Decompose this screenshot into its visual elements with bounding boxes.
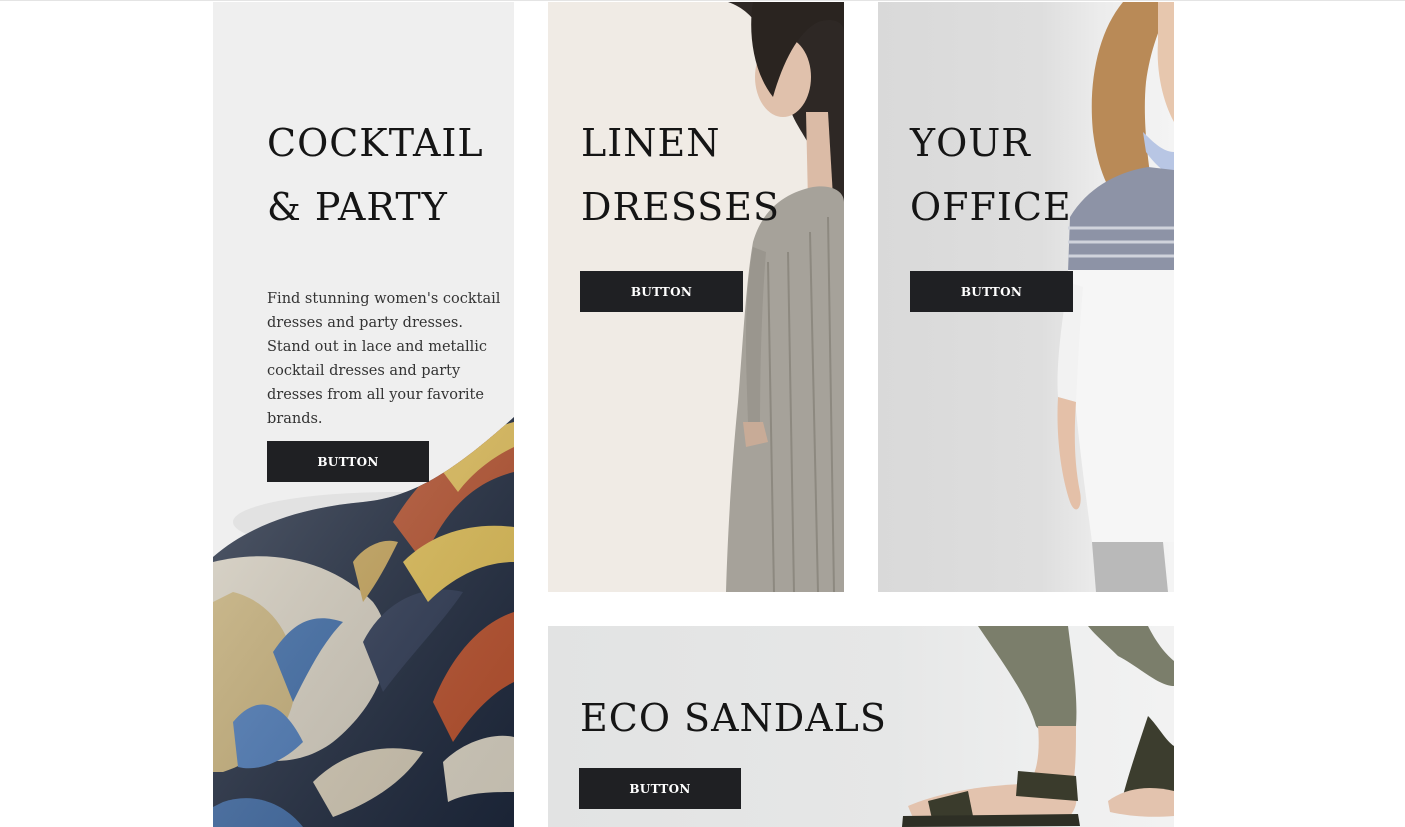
cocktail-title: COCKTAIL & PARTY: [267, 111, 484, 239]
eco-title: ECO SANDALS: [580, 696, 887, 740]
top-divider: [0, 0, 1405, 1]
office-title-line2: OFFICE: [910, 185, 1072, 229]
cocktail-description: Find stunning women's cocktail dresses a…: [267, 291, 501, 427]
linen-button[interactable]: BUTTON: [580, 271, 743, 312]
office-button[interactable]: BUTTON: [910, 271, 1073, 312]
cocktail-title-line1: COCKTAIL: [267, 121, 484, 165]
office-title-line1: YOUR: [910, 121, 1031, 165]
eco-button[interactable]: BUTTON: [579, 768, 741, 809]
eco-sandals-card[interactable]: ECO SANDALS BUTTON: [548, 626, 1174, 827]
linen-title-line1: LINEN: [581, 121, 721, 165]
linen-title: LINEN DRESSES: [581, 111, 780, 239]
cocktail-party-card[interactable]: COCKTAIL & PARTY Find stunning women's c…: [213, 2, 514, 827]
linen-title-line2: DRESSES: [581, 185, 780, 229]
cocktail-button[interactable]: BUTTON: [267, 441, 429, 482]
cocktail-title-line2: & PARTY: [267, 185, 448, 229]
your-office-card[interactable]: YOUR OFFICE BUTTON: [878, 2, 1174, 592]
office-title: YOUR OFFICE: [910, 111, 1072, 239]
linen-dresses-card[interactable]: LINEN DRESSES BUTTON: [548, 2, 844, 592]
